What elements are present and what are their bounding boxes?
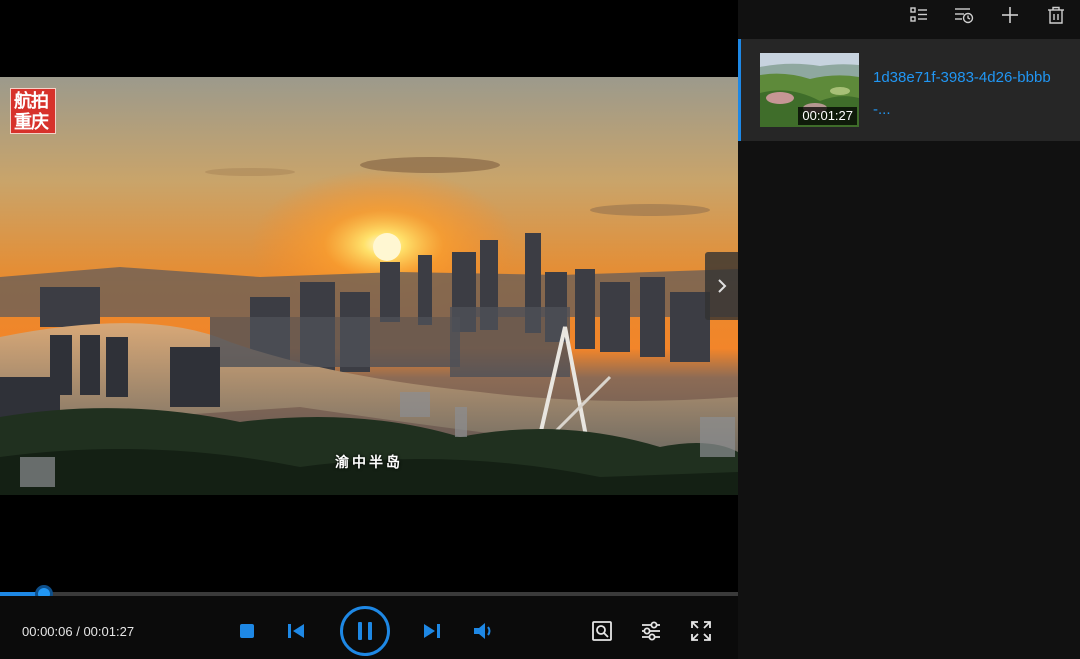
- video-area[interactable]: 航拍重庆 渝中半岛: [0, 0, 738, 593]
- stop-icon: [240, 624, 254, 638]
- active-indicator: [738, 39, 741, 141]
- fullscreen-button[interactable]: [689, 619, 713, 643]
- show-playlist-button[interactable]: [705, 252, 738, 320]
- volume-button[interactable]: [472, 620, 496, 642]
- snapshot-button[interactable]: [590, 619, 614, 643]
- stop-button[interactable]: [236, 620, 258, 642]
- time-separator: /: [72, 624, 84, 639]
- duration-badge: 00:01:27: [798, 107, 857, 125]
- control-bar: 00:00:06 / 00:01:27: [0, 596, 738, 659]
- add-media-button[interactable]: [999, 4, 1021, 26]
- sort-history-button[interactable]: [953, 4, 975, 26]
- thumbnail: 00:01:27: [760, 53, 859, 127]
- pause-icon: [340, 606, 390, 656]
- total-time: 00:01:27: [83, 624, 135, 639]
- skip-next-icon: [424, 624, 440, 638]
- list-view-button[interactable]: [908, 4, 930, 26]
- delete-button[interactable]: [1045, 4, 1067, 26]
- next-button[interactable]: [421, 620, 443, 642]
- video-frame[interactable]: [0, 77, 738, 495]
- trash-icon: [1048, 6, 1064, 24]
- chevron-right-icon: [717, 279, 726, 293]
- playlist-toolbar: [738, 0, 1080, 32]
- channel-logo: 航拍重庆: [10, 88, 56, 134]
- playlist-item[interactable]: 00:01:27 1d38e71f-3983-4d26-bbbb-...: [738, 39, 1080, 141]
- current-time: 00:00:06: [22, 624, 73, 639]
- pause-button[interactable]: [339, 605, 391, 657]
- item-title[interactable]: 1d38e71f-3983-4d26-bbbb-...: [873, 62, 1063, 126]
- skip-previous-icon: [288, 624, 304, 638]
- video-image: [0, 77, 738, 495]
- sliders-icon: [642, 621, 660, 641]
- add-icon: [1002, 7, 1018, 23]
- sort-clock-icon: [955, 8, 974, 24]
- settings-button[interactable]: [639, 619, 663, 643]
- list-icon: [910, 7, 927, 22]
- media-player: 航拍重庆 渝中半岛 00:00:06 / 00:01:27 00:01:27 1…: [0, 0, 1080, 659]
- volume-icon: [474, 623, 491, 639]
- fullscreen-icon: [691, 621, 711, 641]
- playlist-panel: 00:01:27 1d38e71f-3983-4d26-bbbb-...: [738, 0, 1080, 659]
- previous-button[interactable]: [285, 620, 307, 642]
- screenshot-icon: [592, 621, 612, 641]
- video-caption: 渝中半岛: [335, 455, 403, 471]
- time-display: 00:00:06 / 00:01:27: [22, 624, 134, 639]
